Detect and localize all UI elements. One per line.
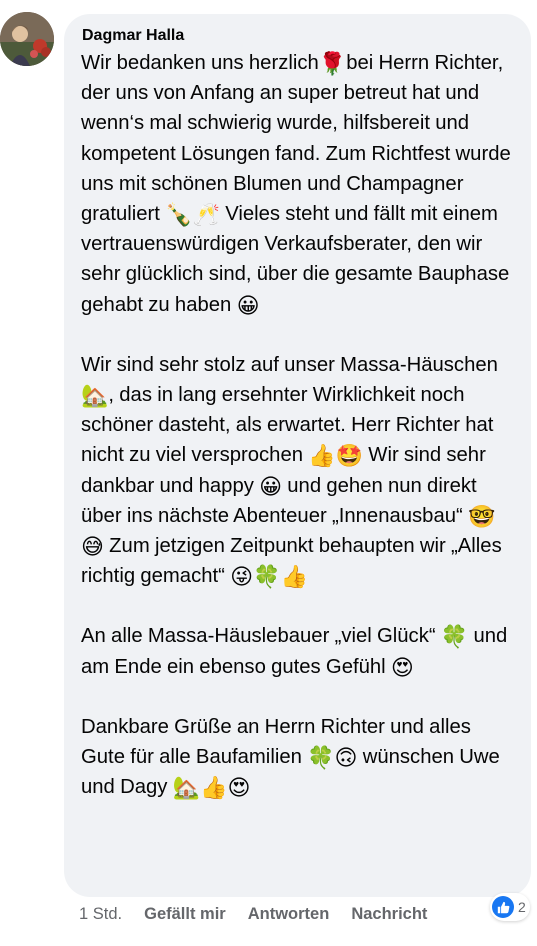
comment-paragraph: Wir sind sehr stolz auf unser Massa-Häus… xyxy=(81,350,515,592)
thumbs-up-icon: 👍 xyxy=(200,776,228,802)
comment-text: Wir bedanken uns herzlich🌹bei Herrn Rich… xyxy=(81,48,515,802)
comment-timestamp[interactable]: 1 Std. xyxy=(79,905,122,924)
house-with-garden-icon: 🏡 xyxy=(81,384,109,410)
upside-down-face-icon: 🙃 xyxy=(334,746,358,772)
like-button[interactable]: Gefällt mir xyxy=(144,905,226,924)
champagne-bottle-icon: 🍾 xyxy=(165,203,193,229)
winking-tongue-face-icon: 😜 xyxy=(230,565,254,591)
avatar[interactable] xyxy=(0,12,54,66)
comment-paragraph: Wir bedanken uns herzlich🌹bei Herrn Rich… xyxy=(81,48,515,320)
nerd-face-icon: 🤓 xyxy=(468,504,496,530)
comment-text-segment: An alle Massa-Häuslebauer „viel Glück“ xyxy=(81,625,441,648)
house-with-garden-icon: 🏡 xyxy=(172,776,201,802)
thumbs-up-icon: 👍 xyxy=(308,444,336,470)
like-icon xyxy=(492,896,514,918)
comment-bubble: Dagmar Halla Wir bedanken uns herzlich🌹b… xyxy=(64,14,531,897)
reply-button[interactable]: Antworten xyxy=(248,905,330,924)
comment-text-segment: Wir sind sehr stolz auf unser Massa-Häus… xyxy=(81,353,498,376)
grinning-face-icon: 😀 xyxy=(236,293,260,319)
clinking-glasses-icon: 🥂 xyxy=(192,203,220,229)
grinning-face-icon: 😀 xyxy=(259,474,283,500)
comment-text-segment: bei Herrn Richter, der uns von Anfang an… xyxy=(81,52,511,226)
grinning-sweat-icon: 😅 xyxy=(81,535,104,561)
four-leaf-clover-icon: 🍀 xyxy=(253,565,281,591)
rose-icon: 🌹 xyxy=(318,52,347,77)
comment-actions: 1 Std. Gefällt mir Antworten Nachricht xyxy=(79,903,449,925)
heart-eyes-icon: 😍 xyxy=(390,655,414,681)
comment-paragraph: An alle Massa-Häuslebauer „viel Glück“ 🍀… xyxy=(81,621,515,681)
star-struck-icon: 🤩 xyxy=(335,444,364,470)
message-button[interactable]: Nachricht xyxy=(351,905,427,924)
reaction-summary[interactable]: 2 xyxy=(490,893,530,921)
comment-paragraph: Dankbare Grüße an Herrn Richter und alle… xyxy=(81,712,515,803)
comment-author[interactable]: Dagmar Halla xyxy=(82,24,515,48)
heart-eyes-icon: 😍 xyxy=(227,776,251,802)
four-leaf-clover-icon: 🍀 xyxy=(307,746,335,772)
comment-text-segment: Wir bedanken uns herzlich xyxy=(81,52,319,74)
four-leaf-clover-icon: 🍀 xyxy=(440,625,469,651)
reaction-count: 2 xyxy=(518,899,526,915)
thumbs-up-icon: 👍 xyxy=(280,565,308,591)
